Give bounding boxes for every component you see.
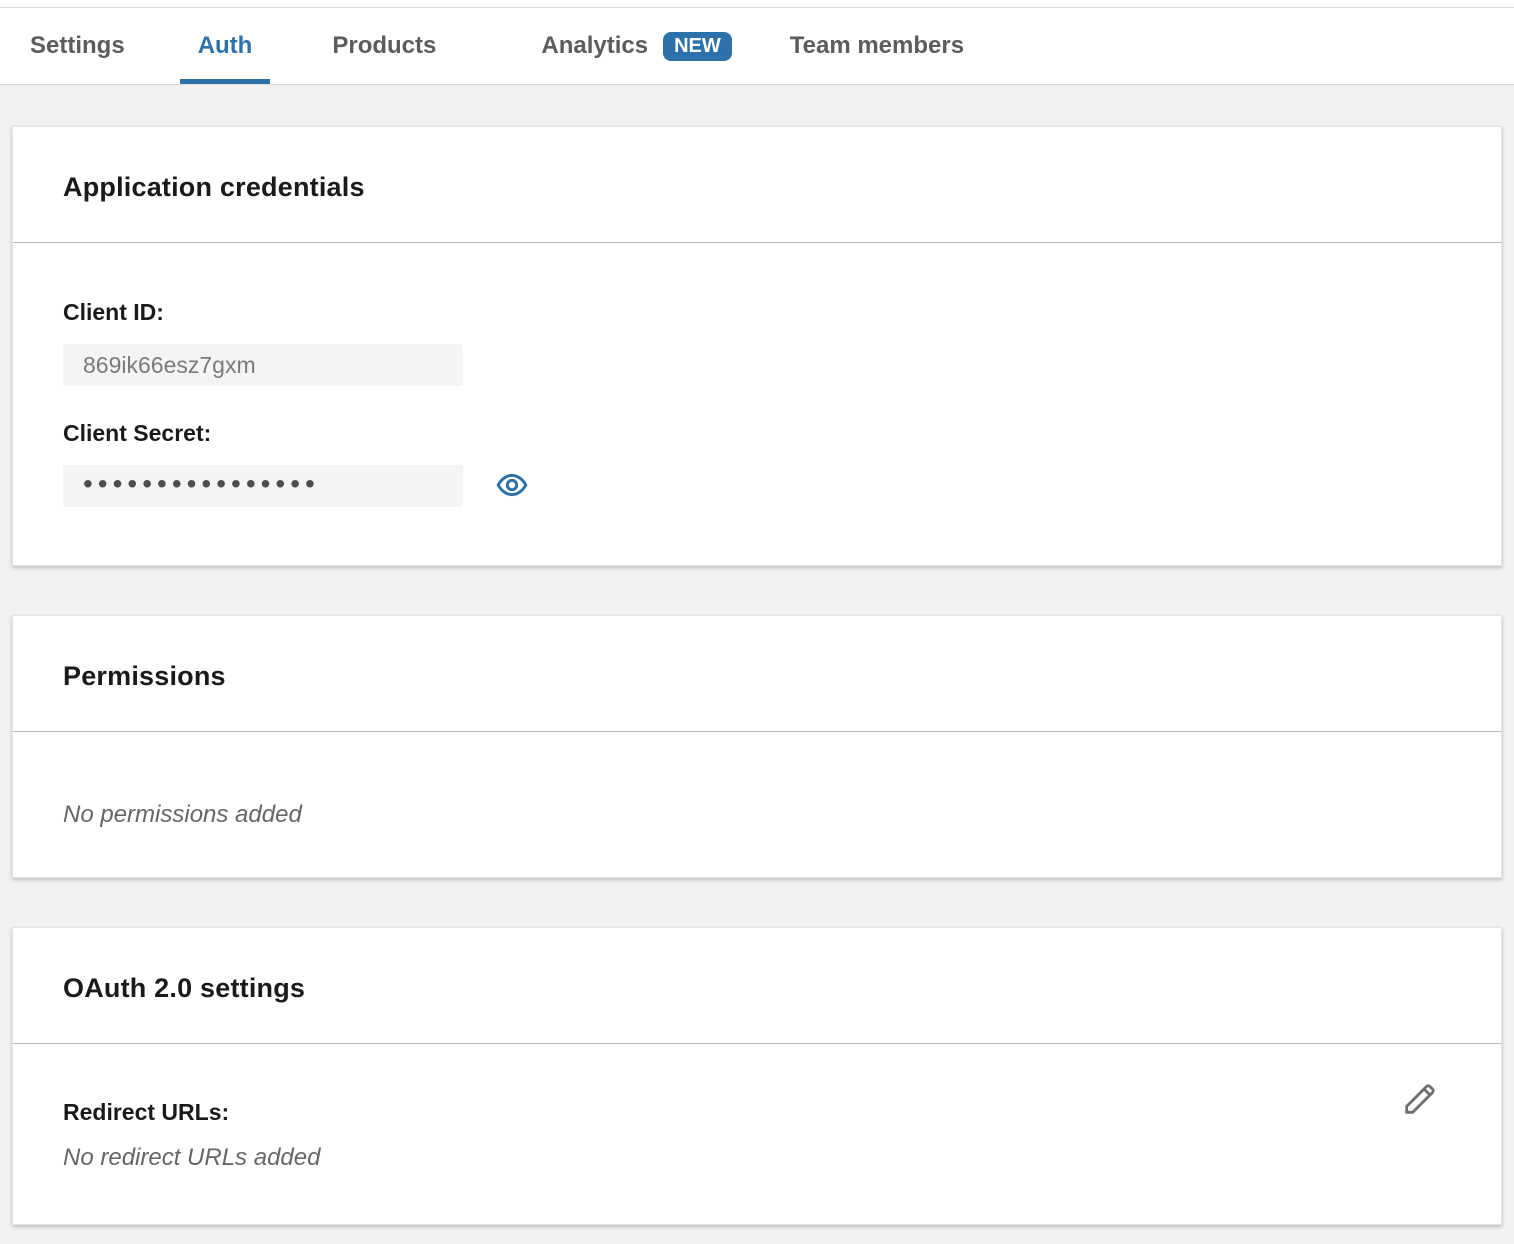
client-secret-row: •••••••••••••••• <box>63 465 1451 507</box>
tab-team-members-label: Team members <box>790 32 964 60</box>
redirect-urls-empty-text: No redirect URLs added <box>63 1144 1451 1172</box>
tab-settings-label: Settings <box>30 32 125 60</box>
client-secret-field[interactable]: •••••••••••••••• <box>63 465 463 507</box>
show-secret-button[interactable] <box>495 469 529 503</box>
application-credentials-body: Client ID: 869ik66esz7gxm Client Secret:… <box>13 243 1501 565</box>
oauth-settings-header: OAuth 2.0 settings <box>13 928 1501 1044</box>
tab-settings[interactable]: Settings <box>12 8 143 84</box>
client-id-field[interactable]: 869ik66esz7gxm <box>63 344 463 386</box>
application-credentials-header: Application credentials <box>13 127 1501 243</box>
client-id-label: Client ID: <box>63 299 1451 326</box>
tab-products-label: Products <box>332 32 436 60</box>
tab-bar: Settings Auth Products Analytics NEW Tea… <box>0 8 1514 85</box>
top-strip <box>0 0 1514 8</box>
eye-icon <box>495 468 529 505</box>
application-credentials-card: Application credentials Client ID: 869ik… <box>12 126 1502 566</box>
tab-team-members[interactable]: Team members <box>772 8 982 84</box>
oauth-settings-title: OAuth 2.0 settings <box>63 973 1451 1004</box>
tab-analytics[interactable]: Analytics NEW <box>523 8 749 84</box>
tab-auth[interactable]: Auth <box>180 8 271 84</box>
permissions-body: No permissions added <box>13 732 1501 877</box>
tab-products[interactable]: Products <box>314 8 454 84</box>
redirect-urls-label: Redirect URLs: <box>63 1099 1451 1126</box>
oauth-settings-card: OAuth 2.0 settings Redirect URLs: No red… <box>12 927 1502 1225</box>
client-id-value: 869ik66esz7gxm <box>83 352 256 379</box>
oauth-settings-body: Redirect URLs: No redirect URLs added <box>13 1044 1501 1224</box>
permissions-header: Permissions <box>13 616 1501 732</box>
tab-auth-label: Auth <box>198 32 253 60</box>
pencil-icon <box>1400 1079 1440 1122</box>
edit-redirect-urls-button[interactable] <box>1399 1079 1441 1121</box>
page: Settings Auth Products Analytics NEW Tea… <box>0 0 1514 1225</box>
permissions-title: Permissions <box>63 661 1451 692</box>
client-secret-masked-value: •••••••••••••••• <box>83 470 320 498</box>
permissions-empty-text: No permissions added <box>63 801 1451 829</box>
client-secret-label: Client Secret: <box>63 420 1451 447</box>
application-credentials-title: Application credentials <box>63 172 1451 203</box>
tab-analytics-label: Analytics <box>541 32 648 60</box>
permissions-card: Permissions No permissions added <box>12 615 1502 878</box>
new-badge: NEW <box>663 32 732 61</box>
